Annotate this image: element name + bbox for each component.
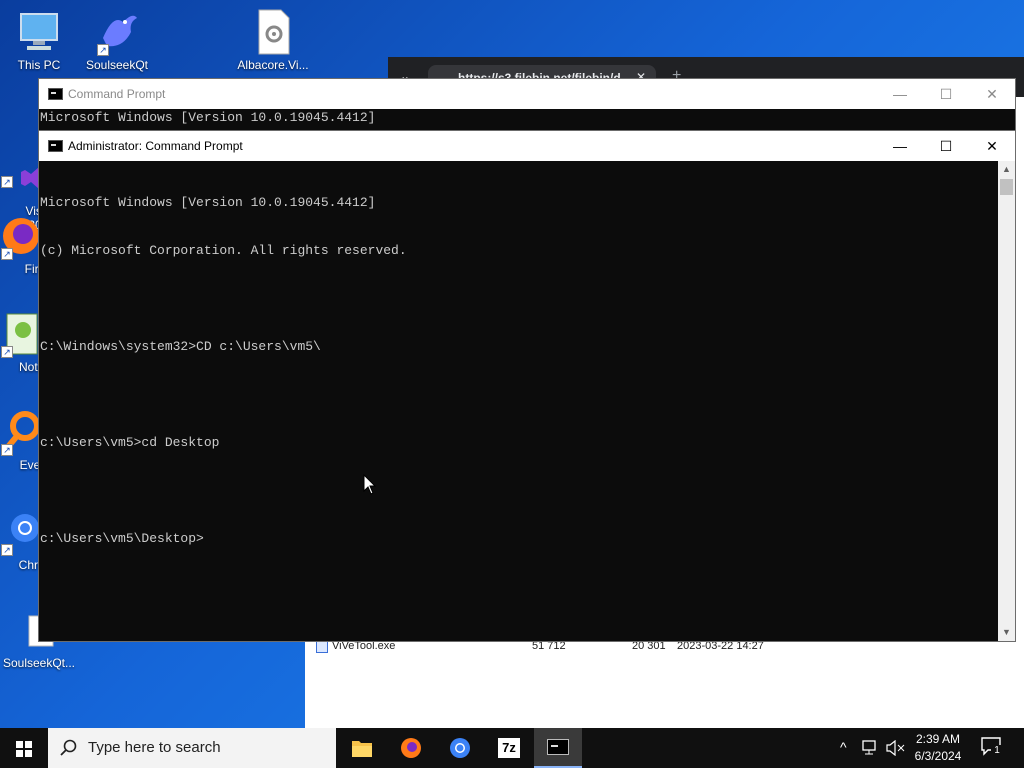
search-placeholder: Type here to search [88,739,221,756]
notification-center-button[interactable]: 1 [980,736,1004,760]
mouse-cursor-icon [363,473,377,501]
desktop-icon-this-pc[interactable]: This PC [0,8,78,72]
console-line: Microsoft Windows [Version 10.0.19045.44… [40,195,376,210]
start-button[interactable] [0,728,48,768]
taskbar-command-prompt[interactable] [534,728,582,768]
network-icon[interactable] [862,740,880,756]
vertical-scrollbar[interactable]: ▲ ▼ [998,161,1015,641]
minimize-button[interactable]: — [877,131,923,161]
console-line: c:\Users\vm5>cd Desktop [40,435,220,450]
taskbar-chrome[interactable] [436,728,484,768]
cmd-app-icon [48,88,63,100]
computer-icon [15,8,63,56]
cmd-window-admin[interactable]: Administrator: Command Prompt — ☐ ✕ Micr… [38,130,1016,642]
minimize-button[interactable]: — [877,79,923,109]
shortcut-arrow-icon: ↗ [1,544,13,556]
console-output: Microsoft Windows [Version 10.0.19045.44… [40,110,376,125]
close-button[interactable]: ✕ [969,79,1015,109]
shortcut-arrow-icon: ↗ [1,248,13,260]
file-settings-icon [249,8,297,56]
cmd-window-background[interactable]: Command Prompt — ☐ ✕ Microsoft Windows [… [38,78,1016,138]
maximize-button[interactable]: ☐ [923,79,969,109]
taskbar: Type here to search 7z ^ 2:39 AM 6/3/202… [0,728,1024,768]
clock-date: 6/3/2024 [914,749,962,763]
search-icon [60,739,77,756]
notification-count-badge: 1 [991,745,1003,757]
shortcut-arrow-icon: ↗ [1,346,13,358]
chrome-icon [450,738,470,758]
clock-time: 2:39 AM [915,732,961,746]
window-title: Command Prompt [68,87,166,101]
firefox-icon [401,738,421,758]
seven-zip-icon: 7z [498,738,520,758]
desktop-icon-label: SoulseekQt... [2,656,76,670]
scrollbar-thumb[interactable] [1000,179,1013,195]
scroll-down-icon[interactable]: ▼ [998,624,1015,641]
shortcut-arrow-icon: ↗ [1,176,13,188]
windows-logo-icon [16,741,32,757]
taskbar-firefox[interactable] [387,728,435,768]
shortcut-arrow-icon: ↗ [1,444,13,456]
chevron-up-icon[interactable]: ^ [840,739,847,755]
cmd-app-icon [48,140,63,152]
taskbar-file-explorer[interactable] [338,728,386,768]
console-output[interactable]: Microsoft Windows [Version 10.0.19045.44… [39,161,1015,579]
shortcut-arrow-icon: ↗ [97,44,109,56]
maximize-button[interactable]: ☐ [923,131,969,161]
taskbar-7zip[interactable]: 7z [485,728,533,768]
title-bar[interactable]: Command Prompt — ☐ ✕ [39,79,1015,109]
close-button[interactable]: ✕ [969,131,1015,161]
desktop-icon-label: Albacore.Vi... [237,58,309,72]
console-line: (c) Microsoft Corporation. All rights re… [40,243,407,258]
folder-icon [352,741,372,757]
taskbar-clock[interactable]: 2:39 AM 6/3/2024 [900,731,976,765]
exe-file-icon [316,641,328,653]
taskbar-search-box[interactable]: Type here to search [48,728,336,768]
desktop-icon-label: This PC [17,58,61,72]
scroll-up-icon[interactable]: ▲ [998,161,1015,178]
desktop-icon-soulseekqt[interactable]: ↗ SoulseekQt [78,8,156,72]
window-title: Administrator: Command Prompt [68,139,243,153]
bird-icon: ↗ [93,8,141,56]
desktop-icon-albacore[interactable]: Albacore.Vi... [234,8,312,72]
console-prompt-line: c:\Users\vm5\Desktop> [40,531,204,546]
console-line: C:\Windows\system32>CD c:\Users\vm5\ [40,339,321,354]
cmd-app-icon [547,739,569,755]
title-bar[interactable]: Administrator: Command Prompt — ☐ ✕ [39,131,1015,161]
desktop-icon-label: SoulseekQt [85,58,149,72]
